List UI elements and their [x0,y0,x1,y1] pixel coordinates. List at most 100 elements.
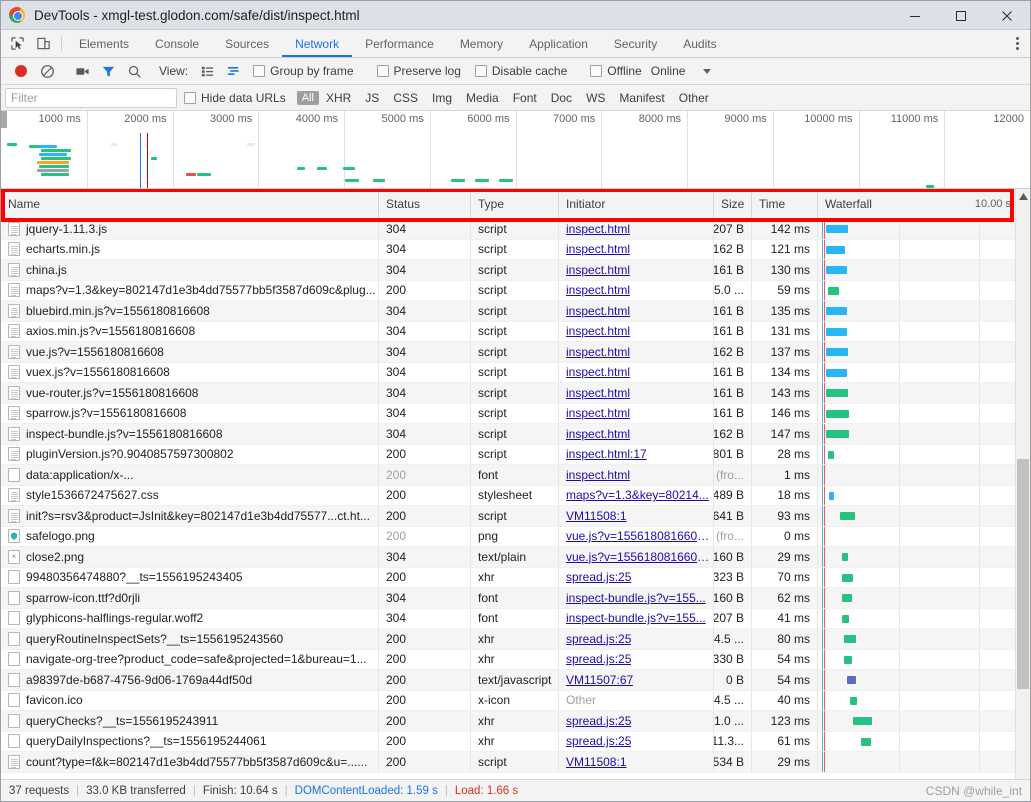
initiator-link[interactable]: inspect-bundle.js?v=155... [566,611,706,625]
initiator-link[interactable]: inspect.html [566,304,630,318]
type-filter-img[interactable]: Img [425,90,459,106]
cell-name[interactable]: inspect-bundle.js?v=1556180816608 [1,424,379,444]
cell-initiator[interactable]: inspect.html:17 [559,444,714,464]
type-filter-ws[interactable]: WS [579,90,612,106]
cell-initiator[interactable]: vue.js?v=1556180816608... [559,547,714,567]
cell-name[interactable]: sparrow.js?v=1556180816608 [1,403,379,423]
initiator-link[interactable]: vue.js?v=1556180816608... [566,529,713,543]
table-row[interactable]: bluebird.min.js?v=1556180816608 304 script… [1,301,1030,322]
column-header-status[interactable]: Status [379,189,471,218]
initiator-link[interactable]: spread.js:25 [566,714,631,728]
table-row[interactable]: china.js 304 script inspect.html 161 B 130 ms [1,260,1030,281]
type-filter-manifest[interactable]: Manifest [612,90,671,106]
column-header-time[interactable]: Time [752,189,818,218]
cell-name[interactable]: vue-router.js?v=1556180816608 [1,383,379,403]
cell-name[interactable]: 99480356474880?__ts=1556195243405 [1,567,379,587]
cell-name[interactable]: favicon.ico [1,690,379,710]
initiator-link[interactable]: spread.js:25 [566,570,631,584]
table-row[interactable]: count?type=f&k=802147d1e3b4dd75577bb5f35… [1,752,1030,773]
cell-name[interactable]: × close2.png [1,547,379,567]
table-row[interactable]: axios.min.js?v=1556180816608 304 script ins… [1,321,1030,342]
table-row[interactable]: queryDailyInspections?__ts=1556195244061… [1,731,1030,752]
record-stop-icon[interactable] [8,58,34,84]
initiator-link[interactable]: VM11508:1 [566,509,627,523]
throttling-select[interactable]: Online [649,64,712,78]
cell-name[interactable]: queryRoutineInspectSets?__ts=15561952435… [1,629,379,649]
filter-input[interactable] [5,87,177,108]
initiator-link[interactable]: inspect.html [566,406,630,420]
table-row[interactable]: safelogo.png 200 png vue.js?v=1556180816608… [1,526,1030,547]
column-header-initiator[interactable]: Initiator [559,189,714,218]
type-filter-media[interactable]: Media [459,90,506,106]
table-row[interactable]: sparrow-icon.ttf?d0rjli 304 font inspect-bu… [1,588,1030,609]
table-row[interactable]: 99480356474880?__ts=1556195243405 200 xhr s… [1,567,1030,588]
initiator-link[interactable]: inspect-bundle.js?v=155... [566,591,706,605]
tab-console[interactable]: Console [142,30,212,57]
cell-name[interactable]: queryDailyInspections?__ts=1556195244061 [1,731,379,751]
cell-initiator[interactable]: VM11507:67 [559,670,714,690]
cell-initiator[interactable]: inspect.html [559,383,714,403]
cell-initiator[interactable]: vue.js?v=1556180816608... [559,526,714,546]
cell-name[interactable]: pluginVersion.js?0.9040857597300802 [1,444,379,464]
cell-initiator[interactable]: inspect.html [559,424,714,444]
column-header-waterfall[interactable]: Waterfall 10.00 s [818,189,1015,218]
vertical-scrollbar[interactable] [1015,189,1030,779]
close-icon[interactable] [984,1,1030,30]
initiator-link[interactable]: VM11507:67 [566,673,633,687]
hide-data-urls-checkbox[interactable]: Hide data URLs [177,91,293,105]
tab-performance[interactable]: Performance [352,30,447,57]
table-row[interactable]: vue-router.js?v=1556180816608 304 script in… [1,383,1030,404]
cell-initiator[interactable]: maps?v=1.3&key=80214... [559,485,714,505]
table-row[interactable]: maps?v=1.3&key=802147d1e3b4dd75577bb5f35… [1,280,1030,301]
cell-initiator[interactable]: inspect-bundle.js?v=155... [559,588,714,608]
disable-cache-checkbox[interactable]: Disable cache [468,64,574,78]
cell-name[interactable]: navigate-org-tree?product_code=safe&proj… [1,649,379,669]
scrollbar-thumb[interactable] [1017,459,1029,689]
cell-name[interactable]: vue.js?v=1556180816608 [1,342,379,362]
table-row[interactable]: queryChecks?__ts=1556195243911 200 xhr spre… [1,711,1030,732]
view-list-icon[interactable] [194,58,220,84]
type-filter-other[interactable]: Other [672,90,716,106]
table-row[interactable]: favicon.ico 200 x-icon Other 4.5 ... 40 ms [1,690,1030,711]
initiator-link[interactable]: inspect.html [566,222,630,236]
initiator-link[interactable]: inspect.html [566,427,630,441]
tab-network[interactable]: Network [282,30,352,57]
cell-initiator[interactable]: inspect.html [559,239,714,259]
cell-initiator[interactable]: inspect.html [559,465,714,485]
table-row[interactable]: jquery-1.11.3.js 304 script inspect.html 207… [1,219,1030,240]
cell-initiator[interactable]: Other [559,690,714,710]
initiator-link[interactable]: inspect.html [566,468,630,482]
cell-initiator[interactable]: VM11508:1 [559,506,714,526]
cell-initiator[interactable]: inspect.html [559,342,714,362]
table-row[interactable]: glyphicons-halflings-regular.woff2 304 fon… [1,608,1030,629]
column-header-name[interactable]: Name [1,189,379,218]
table-row[interactable]: pluginVersion.js?0.9040857597300802 200 sc… [1,444,1030,465]
kebab-menu-icon[interactable] [1004,30,1030,58]
initiator-link[interactable]: maps?v=1.3&key=80214... [566,488,709,502]
initiator-link[interactable]: inspect.html [566,242,630,256]
request-rows-container[interactable]: jquery-1.11.3.js 304 script inspect.html 207… [1,219,1030,779]
column-header-size[interactable]: Size [714,189,752,218]
cell-name[interactable]: glyphicons-halflings-regular.woff2 [1,608,379,628]
cell-name[interactable]: sparrow-icon.ttf?d0rjli [1,588,379,608]
cell-initiator[interactable]: inspect.html [559,362,714,382]
cell-initiator[interactable]: VM11508:1 [559,752,714,772]
initiator-link[interactable]: inspect.html [566,365,630,379]
view-waterfall-icon[interactable] [220,58,246,84]
tab-elements[interactable]: Elements [66,30,142,57]
cell-name[interactable]: style1536672475627.css [1,485,379,505]
preserve-log-checkbox[interactable]: Preserve log [370,64,468,78]
table-row[interactable]: vue.js?v=1556180816608 304 script inspect.h… [1,342,1030,363]
column-header-type[interactable]: Type [471,189,559,218]
table-row[interactable]: queryRoutineInspectSets?__ts=15561952435… [1,629,1030,650]
tab-memory[interactable]: Memory [447,30,516,57]
initiator-link[interactable]: inspect.html [566,386,630,400]
network-overview-timeline[interactable]: 1000 ms 2000 ms 3000 ms 4000 ms 5000 ms 6000 … [1,111,1030,189]
initiator-link[interactable]: VM11508:1 [566,755,627,769]
initiator-link[interactable]: spread.js:25 [566,632,631,646]
cell-initiator[interactable]: inspect-bundle.js?v=155... [559,608,714,628]
table-row[interactable]: style1536672475627.css 200 stylesheet maps?… [1,485,1030,506]
filter-icon[interactable] [95,58,121,84]
cell-initiator[interactable]: inspect.html [559,321,714,341]
initiator-link[interactable]: inspect.html [566,345,630,359]
